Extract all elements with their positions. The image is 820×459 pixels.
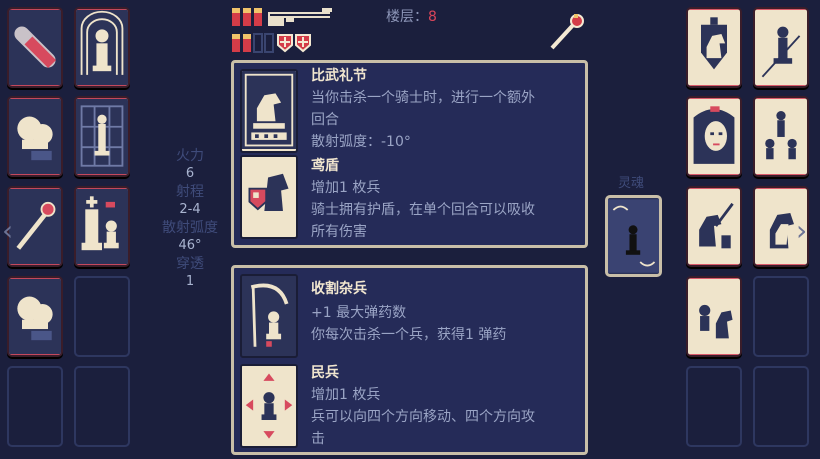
kite-shield-art [240,155,298,239]
upgrade-title: 比武礼节 [311,68,367,84]
bishop-icon [76,9,128,86]
card-slot-left-1[interactable] [7,7,63,88]
upgrade-title: 鸢盾 [311,158,339,174]
card-slot-right-9[interactable] [686,366,742,447]
card-slot-left-10[interactable] [74,366,130,447]
bishop-pawns-icon [755,98,807,175]
bishop-soul-icon [608,199,659,273]
pawn-arrows-icon [242,366,296,445]
upgrade-desc-line: +1 最大弹药数 [311,305,407,321]
bishop-grid-icon [76,98,128,175]
upgrade-desc-line: 散射弧度：-10° [311,134,411,150]
scepter-cursor-icon [548,12,588,56]
upgrade-entry-militia[interactable]: 民兵 增加1 枚兵 兵可以向四个方向移动、四个方向攻 击 [234,362,585,454]
heart-shield-icon [277,33,313,57]
card-slot-left-8[interactable] [74,276,130,357]
card-slot-left-6[interactable] [74,186,130,267]
upgrade-entry-kite-shield[interactable]: 鸢盾 增加1 枚兵 骑士拥有护盾，在单个回合可以吸收 所有伤害 [234,155,585,247]
knight-upgrade-art [240,69,298,153]
soul-card[interactable] [605,195,662,277]
scepter-icon [9,188,61,265]
reaper-upgrade-art [240,274,298,358]
card-slot-left-7[interactable] [7,276,63,357]
scythe-pawn-icon [242,276,296,355]
queen-portrait-icon [688,98,740,175]
upgrade-panel-top[interactable]: 比武礼节 当你击杀一个骑士时，进行一个额外 回合 散射弧度：-10° 鸢盾 增加… [231,60,588,248]
upgrade-desc-line: 击 [311,431,325,447]
stat-pierce-value: 1 [185,274,195,289]
upgrade-entry-reap-pawns[interactable]: 收割杂兵 +1 最大弹药数 你每次击杀一个兵，获得1 弹药 [234,268,585,362]
bishop-icon [755,9,807,86]
card-slot-right-7[interactable] [686,276,742,357]
stat-range-label: 射程 [176,184,204,200]
card-slot-right-3[interactable] [686,96,742,177]
card-slot-right-10[interactable] [753,366,809,447]
floor-label: 楼层： [386,9,428,25]
stat-firepower-label: 火力 [176,148,204,164]
card-slot-right-1[interactable] [686,7,742,88]
upgrade-desc-line: 回合 [311,112,339,128]
upgrade-desc-line: 所有伤害 [311,224,367,240]
card-slot-right-4[interactable] [753,96,809,177]
bullet-icon [9,9,61,86]
card-slot-right-8[interactable] [753,276,809,357]
arrow-right-icon[interactable]: › [796,214,807,247]
knight-fight-icon [688,188,740,265]
upgrade-desc-line: 增加1 枚兵 [311,387,381,403]
upgrade-desc-line: 你每次击杀一个兵，获得1 弹药 [311,327,507,343]
card-slot-left-4[interactable] [74,96,130,177]
cloud-icon [9,278,61,355]
upgrade-entry-joust[interactable]: 比武礼节 当你击杀一个骑士时，进行一个额外 回合 散射弧度：-10° [234,63,585,155]
shotgun-icon [266,4,336,32]
card-slot-right-5[interactable] [686,186,742,267]
upgrade-desc-line: 兵可以向四个方向移动、四个方向攻 [311,409,535,425]
stat-firepower-value: 6 [185,166,195,181]
stat-pierce-label: 穿透 [176,256,204,272]
card-slot-left-9[interactable] [7,366,63,447]
stat-spread-label: 散射弧度 [162,220,218,236]
pawn-knight-icon [688,278,740,355]
cloud-icon [9,98,61,175]
upgrade-title: 收割杂兵 [311,281,367,297]
shield-knight-icon [242,157,296,236]
upgrade-desc-line: 当你击杀一个骑士时，进行一个额外 [311,90,535,106]
floor-number: 8 [428,9,437,25]
card-slot-left-3[interactable] [7,96,63,177]
knight-icon [242,71,296,150]
upgrade-desc-line: 骑士拥有护盾，在单个回合可以吸收 [311,202,535,218]
card-slot-left-2[interactable] [74,7,130,88]
upgrade-title: 民兵 [311,365,339,381]
soul-label: 灵魂 [618,176,645,191]
card-slot-right-2[interactable] [753,7,809,88]
card-slot-left-5[interactable] [7,186,63,267]
upgrade-desc-line: 增加1 枚兵 [311,180,381,196]
militia-upgrade-art [240,364,298,448]
stats-panel: 火力 6 射程 2-4 散射弧度 46° 穿透 1 [150,148,230,292]
knight-icon [688,9,740,86]
king-pawns-icon [76,188,128,265]
upgrade-panel-bottom[interactable]: 收割杂兵 +1 最大弹药数 你每次击杀一个兵，获得1 弹药 民兵 增加1 枚兵 … [231,265,588,455]
floor-indicator: 楼层：8 [386,6,437,26]
arrow-left-icon[interactable]: ‹ [2,214,13,247]
stat-spread-value: 46° [178,238,202,253]
stat-range-value: 2-4 [179,202,201,217]
